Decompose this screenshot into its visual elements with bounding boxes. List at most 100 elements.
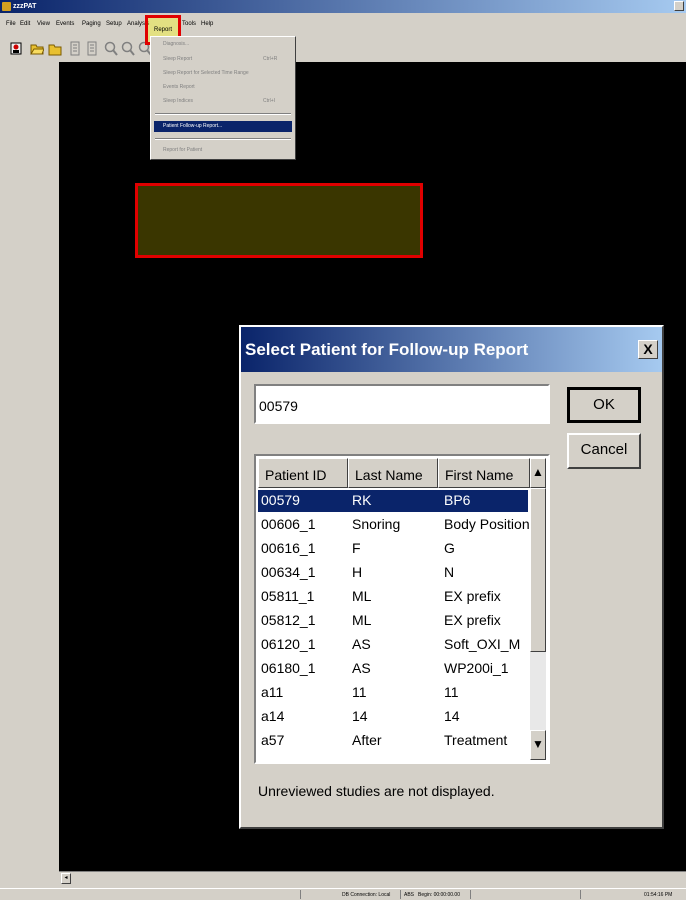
table-row[interactable]: 06120_1 AS Soft_OXI_M	[258, 634, 528, 656]
first-name-cell: EX prefix	[444, 588, 501, 604]
status-mode: ABS	[404, 892, 415, 898]
patient-id-cell: 06120_1	[261, 636, 316, 652]
patient-id-cell: a11	[261, 684, 284, 700]
scroll-left-icon[interactable]: ◂	[61, 873, 71, 884]
column-header-patient-id[interactable]: Patient ID	[258, 458, 348, 488]
document2-icon[interactable]	[85, 41, 99, 56]
horizontal-scrollbar[interactable]: ◂	[59, 871, 686, 886]
menu-item-sleep-indices[interactable]: Sleep Indices	[163, 98, 193, 104]
column-header-last-name[interactable]: Last Name	[348, 458, 438, 488]
menu-paging[interactable]: Paging	[82, 21, 101, 27]
menu-bar: File Edit View Events Paging Setup Analy…	[0, 13, 686, 36]
last-name-cell: 14	[352, 708, 368, 724]
patient-id-cell: a14	[261, 708, 285, 724]
menu-report-label: Report	[153, 27, 172, 33]
patient-id-cell: 06180_1	[261, 660, 316, 676]
table-row[interactable]: a14 14 14	[258, 706, 528, 728]
title-bar: zzzPAT	[0, 0, 686, 13]
last-name-cell: H	[352, 564, 363, 580]
scroll-thumb[interactable]	[530, 488, 546, 652]
dialog-title: Select Patient for Follow-up Report	[245, 340, 529, 359]
first-name-cell: 14	[444, 708, 460, 724]
first-name-cell: WP200i_1	[444, 660, 509, 676]
menu-file[interactable]: File	[6, 21, 16, 27]
menu-events[interactable]: Events	[56, 21, 74, 27]
toolbar	[0, 36, 686, 63]
status-time: 01:54:16 PM	[644, 892, 673, 898]
table-row[interactable]: 00579 RK BP6	[258, 490, 528, 512]
status-separator	[580, 890, 581, 899]
cancel-button[interactable]: Cancel	[567, 433, 641, 469]
first-name-cell: Body Position	[444, 516, 530, 532]
shortcut-sleep-indices: Ctrl+I	[263, 98, 276, 104]
status-separator	[300, 890, 301, 899]
first-name-cell: Soft_OXI_M	[444, 636, 521, 652]
status-bar: DB Connection: Local ABS Begin: 00:00:00…	[0, 888, 686, 900]
patient-icon[interactable]	[10, 41, 24, 56]
dialog-title-bar: Select Patient for Follow-up Report X	[241, 327, 662, 372]
last-name-cell: ML	[352, 588, 372, 604]
open-folder-icon[interactable]	[30, 41, 44, 56]
patient-id-cell: 05811_1	[261, 588, 315, 604]
zoom-in-icon[interactable]	[104, 41, 118, 56]
menu-tools[interactable]: Tools	[182, 21, 196, 27]
menu-edit[interactable]: Edit	[20, 21, 30, 27]
maximize-button[interactable]	[674, 1, 684, 11]
patient-id-input[interactable]: 00579	[254, 384, 550, 424]
status-separator	[470, 890, 471, 899]
patient-id-cell: 00579	[261, 492, 300, 508]
first-name-cell: Treatment	[444, 732, 508, 748]
menu-item-events-report[interactable]: Events Report	[163, 84, 195, 90]
menu-separator	[155, 138, 291, 140]
last-name-cell: AS	[352, 636, 371, 652]
table-row[interactable]: 05811_1 ML EX prefix	[258, 586, 528, 608]
ok-button[interactable]: OK	[567, 387, 641, 423]
last-name-cell: Snoring	[352, 516, 401, 532]
menu-view[interactable]: View	[37, 21, 50, 27]
patient-id-cell: 00606_1	[261, 516, 316, 532]
menu-item-sleep-report[interactable]: Sleep Report	[163, 56, 192, 62]
menu-item-patient-followup-report[interactable]: Patient Follow-up Report...	[154, 121, 292, 132]
table-row[interactable]: 00634_1 H N	[258, 562, 528, 584]
document-icon[interactable]	[68, 41, 82, 56]
table-row[interactable]: 05812_1 ML EX prefix	[258, 610, 528, 632]
patient-id-cell: 00634_1	[261, 564, 316, 580]
table-row[interactable]: 00616_1 F G	[258, 538, 528, 560]
first-name-cell: BP6	[444, 492, 471, 508]
last-name-cell: F	[352, 540, 361, 556]
patient-id-cell: 00616_1	[261, 540, 316, 556]
last-name-cell: 11	[352, 684, 367, 700]
last-name-cell: AS	[352, 660, 371, 676]
last-name-cell: ML	[352, 612, 372, 628]
menu-item-sleep-report-range[interactable]: Sleep Report for Selected Time Range	[163, 70, 249, 76]
scroll-up-icon[interactable]: ▲	[530, 458, 546, 488]
last-name-cell: RK	[352, 492, 372, 508]
first-name-cell: G	[444, 540, 455, 556]
menu-item-report-for-patient[interactable]: Report for Patient	[163, 147, 202, 153]
status-begin: Begin: 00:00:00.00	[418, 892, 460, 898]
patient-id-cell: 05812_1	[261, 612, 316, 628]
table-row[interactable]: 06180_1 AS WP200i_1	[258, 658, 528, 680]
select-patient-dialog: Select Patient for Follow-up Report X 00…	[239, 325, 664, 829]
table-row[interactable]: 00606_1 Snoring Body Position	[258, 514, 530, 536]
scroll-down-icon[interactable]: ▼	[530, 730, 546, 760]
first-name-cell: EX prefix	[444, 612, 501, 628]
folder-icon[interactable]	[48, 41, 62, 56]
highlighted-region	[135, 183, 423, 258]
table-row[interactable]: a57 After Treatment	[258, 730, 528, 752]
list-scrollbar[interactable]: ▲ ▼	[530, 458, 546, 760]
column-header-first-name[interactable]: First Name	[438, 458, 530, 488]
menu-item-diagnosis[interactable]: Diagnosis...	[163, 41, 189, 47]
table-row[interactable]: a11 11 11	[258, 682, 528, 704]
window-title: zzzPAT	[13, 3, 37, 10]
zoom-out-icon[interactable]	[121, 41, 135, 56]
menu-setup[interactable]: Setup	[106, 21, 122, 27]
patient-id-cell: a57	[261, 732, 285, 748]
status-db-connection: DB Connection: Local	[342, 892, 391, 898]
status-separator	[400, 890, 401, 899]
close-button[interactable]: X	[638, 340, 658, 359]
menu-help[interactable]: Help	[201, 21, 213, 27]
patient-list[interactable]: Patient ID Last Name First Name ▲ ▼ 0057…	[254, 454, 550, 764]
app-icon	[2, 2, 11, 11]
menu-separator	[155, 113, 291, 115]
